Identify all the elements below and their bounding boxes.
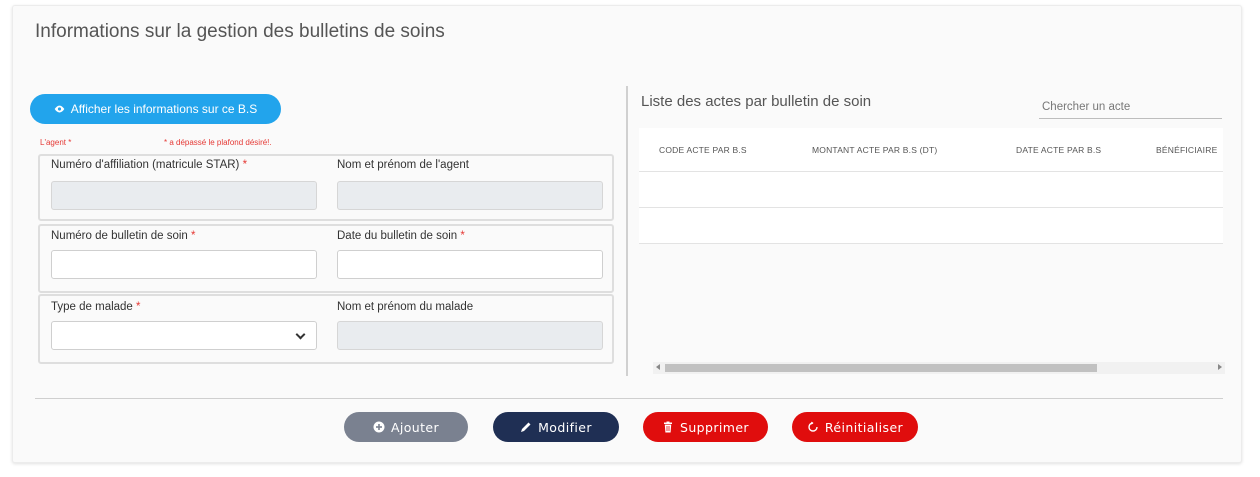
add-button[interactable]: Ajouter [344,412,468,442]
scroll-right-icon[interactable] [1218,364,1222,370]
bulletin-date-label: Date du bulletin de soin * [337,230,465,242]
show-bulletin-info-button[interactable]: Afficher les informations sur ce B.S [30,94,281,124]
search-act-input[interactable] [1039,95,1222,119]
column-header-amount[interactable]: MONTANT ACTE PAR B.S (DT) [812,145,937,155]
panel-divider [626,86,628,376]
delete-button-label: Supprimer [680,419,749,435]
agent-name-field [337,181,603,210]
reset-icon [808,421,818,432]
eye-icon [54,105,65,113]
add-button-label: Ajouter [390,419,440,435]
scrollbar-thumb[interactable] [665,364,1097,372]
footer-divider [35,398,1223,399]
modify-button[interactable]: Modifier [493,412,619,442]
affiliation-label: Numéro d'affiliation (matricule STAR) * [51,159,248,171]
bulletin-number-input[interactable] [51,250,317,279]
patient-type-select[interactable] [51,321,317,350]
trash-icon [664,421,673,433]
pencil-icon [521,422,531,432]
column-header-date[interactable]: DATE ACTE PAR B.S [1016,145,1101,155]
column-header-code[interactable]: CODE ACTE PAR B.S [659,145,747,155]
plus-circle-icon [373,421,385,433]
patient-name-field [337,321,603,350]
bulletin-number-label: Numéro de bulletin de soin * [51,230,196,242]
acts-table-header: CODE ACTE PAR B.S MONTANT ACTE PAR B.S (… [639,128,1223,172]
bulletin-fieldset: Numéro de bulletin de soin * Date du bul… [38,224,614,293]
scroll-left-icon[interactable] [656,364,660,370]
table-row[interactable] [639,172,1223,208]
affiliation-field[interactable] [51,181,317,210]
delete-button[interactable]: Supprimer [643,412,768,442]
reset-button-label: Réinitialiser [824,419,904,435]
show-bulletin-info-label: Afficher les informations sur ce B.S [70,102,258,116]
agent-name-label: Nom et prénom de l'agent [337,159,469,171]
patient-type-label: Type de malade * [51,301,141,313]
patient-name-label: Nom et prénom du malade [337,301,474,313]
agent-fieldset: Numéro d'affiliation (matricule STAR) * … [38,154,614,221]
ceiling-warning: * a dépassé le plafond désiré!. [164,138,272,147]
modify-button-label: Modifier [538,419,592,435]
acts-table: CODE ACTE PAR B.S MONTANT ACTE PAR B.S (… [639,128,1223,368]
bulletin-date-input[interactable] [337,250,603,279]
agent-label: L'agent * [40,138,72,147]
patient-fieldset: Type de malade * Nom et prénom du malade [38,294,614,364]
page-title: Informations sur la gestion des bulletin… [35,21,445,42]
bulletin-management-card: Informations sur la gestion des bulletin… [12,5,1242,463]
acts-list-title: Liste des actes par bulletin de soin [641,93,872,110]
reset-button[interactable]: Réinitialiser [792,412,918,442]
table-row[interactable] [639,208,1223,244]
table-horizontal-scrollbar[interactable] [653,362,1225,374]
column-header-beneficiary[interactable]: BÉNÉFICIAIRE [1156,145,1217,155]
